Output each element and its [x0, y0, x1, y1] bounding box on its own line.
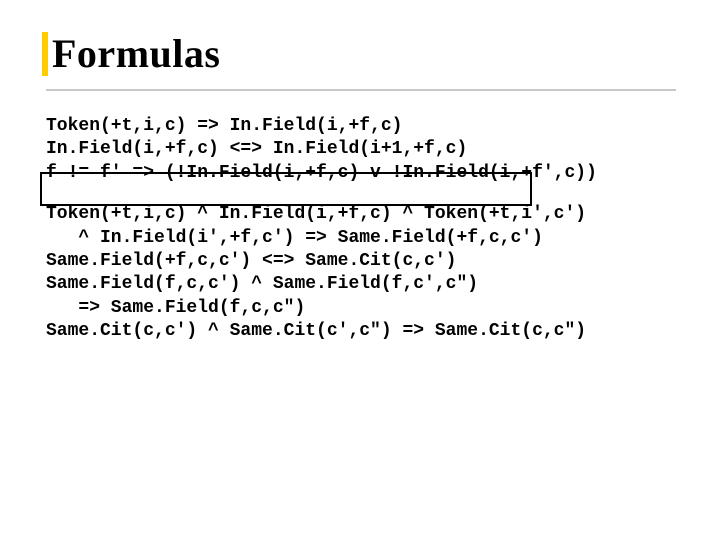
code-block-1: Token(+t,i,c) => In.Field(i,+f,c) In.Fie…: [46, 115, 678, 185]
slide-title: Formulas: [52, 30, 220, 77]
code-line: => Same.Field(f,c,c"): [46, 298, 305, 318]
code-line: Same.Field(+f,c,c') <=> Same.Cit(c,c'): [46, 251, 456, 271]
title-row: Formulas: [42, 30, 678, 77]
code-line: ^ In.Field(i',+f,c') => Same.Field(+f,c,…: [46, 228, 543, 248]
slide: Formulas Token(+t,i,c) => In.Field(i,+f,…: [0, 0, 720, 540]
accent-bar: [42, 32, 48, 76]
spacer: [42, 185, 678, 203]
code-line: f != f' => (!In.Field(i,+f,c) v !In.Fiel…: [46, 163, 597, 183]
code-line: Same.Field(f,c,c') ^ Same.Field(f,c',c"): [46, 274, 478, 294]
code-line: Token(+t,i,c) => In.Field(i,+f,c): [46, 116, 402, 136]
title-divider: [46, 89, 676, 91]
code-line: Token(+t,i,c) ^ In.Field(i,+f,c) ^ Token…: [46, 204, 586, 224]
code-block-2: Token(+t,i,c) ^ In.Field(i,+f,c) ^ Token…: [46, 203, 678, 343]
code-line: In.Field(i,+f,c) <=> In.Field(i+1,+f,c): [46, 139, 467, 159]
code-line: Same.Cit(c,c') ^ Same.Cit(c',c") => Same…: [46, 321, 586, 341]
